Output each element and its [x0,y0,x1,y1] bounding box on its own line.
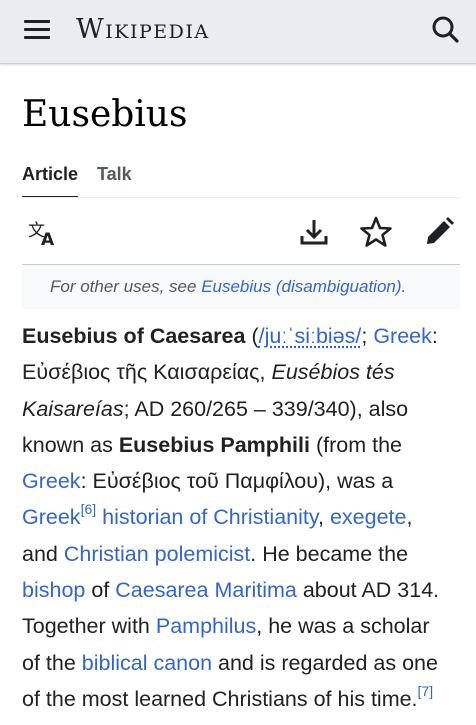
caesarea-link[interactable]: Caesarea Maritima [115,578,297,602]
text: Εὐσέβιος τῆς Καισαρείας, [22,360,272,385]
page-actions-bar: 文 A [22,198,460,264]
top-header: Wikipedia [0,0,476,64]
line-9: Together with Pamphilus, he was a schola… [22,608,462,644]
pamphilus-link[interactable]: Pamphilus [156,614,256,638]
page-title: Eusebius [22,94,188,135]
line-5: Greek: Εὐσέβιος τοῦ Παμφίλου), was a [22,463,462,499]
tab-talk[interactable]: Talk [97,160,132,188]
line-4: known as Eusebius Pamphili (from the [22,427,462,463]
tab-article[interactable]: Article [22,160,78,188]
svg-text:A: A [41,230,55,250]
line-11: of the most learned Christians of his ti… [22,681,462,717]
line-8: bishop of Caesarea Maritima about AD 314… [22,572,462,608]
language-icon[interactable]: 文 A [24,212,64,252]
text: ( [245,324,259,348]
line-3: Kaisareías; AD 260/265 – 339/340), also [22,391,462,427]
text: , [406,505,413,530]
disambiguation-link[interactable]: Eusebius (disambiguation) [201,277,401,296]
polemicist-link[interactable]: Christian polemicist [64,542,250,566]
text: of [85,578,116,603]
text: known as [22,432,119,457]
text: about AD 314. [296,578,440,603]
text: , [318,505,330,530]
text: of the [22,650,82,675]
hatnote-suffix: . [401,277,407,296]
line-1: Eusebius of Caesarea (/juːˈsiːbiəs/; Gre… [22,318,462,354]
text: and [22,541,64,566]
greek-link[interactable]: Greek [22,469,81,493]
text: of the most learned Christians of his ti… [22,686,418,711]
text: ; AD 260/265 – 339/340), also [123,396,409,421]
reference-7[interactable]: [7] [418,683,434,699]
line-10: of the biblical canon and is regarded as… [22,645,462,681]
text: ; [361,324,374,348]
exegete-link[interactable]: exegete [330,505,407,529]
transliteration: Kaisareías [22,396,124,421]
search-icon[interactable] [428,12,464,48]
text: : Εὐσέβιος τοῦ Παμφίλου), was a [80,469,394,494]
biblical-canon-link[interactable]: biblical canon [82,651,212,675]
wikipedia-wordmark[interactable]: Wikipedia [76,10,210,50]
ipa-link[interactable]: /juːˈsiːbiəs/ [259,324,362,348]
reference-6[interactable]: [6] [81,501,97,517]
text: . He became the [250,541,409,566]
text: , he was a scholar [256,614,430,639]
text: Together with [22,614,156,639]
subject-name: Eusebius of Caesarea [22,324,246,348]
greek-link[interactable]: Greek [373,324,432,348]
text: and is regarded as one [212,650,438,675]
line-7: and Christian polemicist. He became the [22,536,462,572]
hatnote-prefix: For other uses, see [50,277,202,296]
text: (from the [309,432,402,457]
download-icon[interactable] [294,212,334,252]
alt-name: Eusebius Pamphili [118,432,310,457]
greek-link[interactable]: Greek [22,505,81,529]
line-6: Greek[6] historian of Christianity, exeg… [22,499,462,535]
menu-icon[interactable] [18,14,56,44]
star-icon[interactable] [356,212,396,252]
transliteration: Eusébios tés [271,360,395,385]
historian-link[interactable]: historian of Christianity [102,505,318,529]
text: : [431,324,438,348]
article-lead-paragraph: Eusebius of Caesarea (/juːˈsiːbiəs/; Gre… [22,318,462,717]
edit-icon[interactable] [419,212,459,252]
hatnote: For other uses, see Eusebius (disambigua… [22,265,460,309]
line-2: Εὐσέβιος τῆς Καισαρείας, Eusébios tés [22,354,462,390]
bishop-link[interactable]: bishop [22,578,85,602]
